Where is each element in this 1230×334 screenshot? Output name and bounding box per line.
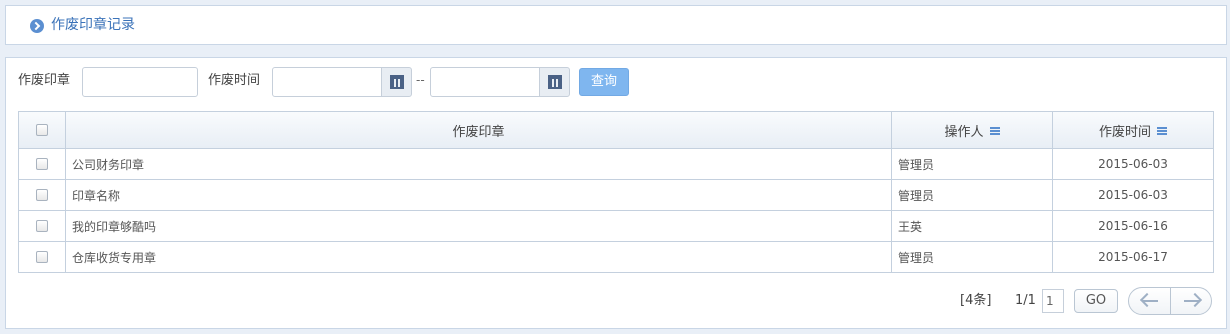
seal-cell: 公司财务印章 [65, 149, 891, 179]
table-row[interactable]: 仓库收货专用章 管理员 2015-06-17 [19, 241, 1213, 272]
select-all-checkbox[interactable] [36, 124, 48, 136]
time-filter-label: 作废时间 [208, 73, 261, 88]
query-button[interactable]: 查询 [579, 68, 629, 96]
date-from-input[interactable] [272, 67, 382, 97]
seal-name: 仓库收货专用章 [72, 250, 157, 265]
records-table: 作废印章 操作人 作废时间 公司财务印章 管理员 2015-06-03 印章名称… [18, 111, 1214, 273]
seal-filter-input[interactable] [82, 67, 198, 97]
arrow-right-icon [1183, 300, 1200, 302]
arrow-left-icon [1142, 300, 1158, 302]
go-button[interactable]: GO [1074, 289, 1118, 313]
row-check-cell [19, 211, 65, 241]
seal-cell: 我的印章够酷吗 [65, 211, 891, 241]
row-check-cell [19, 180, 65, 210]
operator-cell: 王英 [891, 211, 1052, 241]
column-menu-icon[interactable] [989, 127, 1000, 135]
table-row[interactable]: 我的印章够酷吗 王英 2015-06-16 [19, 210, 1213, 241]
select-all-cell [19, 112, 65, 148]
row-check-cell [19, 242, 65, 272]
column-header-seal[interactable]: 作废印章 [65, 112, 891, 148]
void-time: 2015-06-17 [1098, 250, 1168, 264]
total-count: [4条] [960, 293, 992, 308]
void-time: 2015-06-03 [1098, 157, 1168, 171]
seal-cell: 印章名称 [65, 180, 891, 210]
page-header: 作废印章记录 [5, 5, 1227, 45]
operator-name: 王英 [898, 219, 923, 234]
seal-name: 公司财务印章 [72, 157, 145, 172]
prev-page-button[interactable] [1129, 288, 1170, 314]
seal-cell: 仓库收货专用章 [65, 242, 891, 272]
seal-filter-label: 作废印章 [18, 73, 71, 88]
seal-name: 印章名称 [72, 188, 121, 203]
time-cell: 2015-06-16 [1052, 211, 1213, 241]
time-cell: 2015-06-17 [1052, 242, 1213, 272]
table-row[interactable]: 公司财务印章 管理员 2015-06-03 [19, 148, 1213, 179]
row-checkbox[interactable] [36, 251, 48, 263]
next-page-button[interactable] [1169, 288, 1212, 314]
time-cell: 2015-06-03 [1052, 180, 1213, 210]
main-panel: 作废印章 作废时间 -- 查询 作废印章 操作人 作废时间 公司财务印章 管理员… [5, 57, 1227, 329]
date-from-calendar-button[interactable] [381, 67, 412, 97]
row-checkbox[interactable] [36, 158, 48, 170]
operator-cell: 管理员 [891, 242, 1052, 272]
date-to-input[interactable] [430, 67, 540, 97]
operator-name: 管理员 [898, 157, 935, 172]
column-header-time-label: 作废时间 [1098, 124, 1151, 140]
table-header-row: 作废印章 操作人 作废时间 [19, 112, 1213, 148]
page-nav [1128, 287, 1212, 315]
column-header-operator-label: 操作人 [944, 124, 984, 140]
column-header-operator[interactable]: 操作人 [891, 112, 1052, 148]
row-checkbox[interactable] [36, 220, 48, 232]
seal-name: 我的印章够酷吗 [72, 219, 157, 234]
row-checkbox[interactable] [36, 189, 48, 201]
operator-name: 管理员 [898, 250, 935, 265]
calendar-icon [390, 75, 404, 89]
void-time: 2015-06-03 [1098, 188, 1168, 202]
filter-bar: 作废印章 作废时间 -- 查询 [6, 58, 1226, 106]
row-check-cell [19, 149, 65, 179]
date-to-calendar-button[interactable] [539, 67, 570, 97]
column-header-time[interactable]: 作废时间 [1052, 112, 1213, 148]
column-header-seal-label: 作废印章 [452, 124, 505, 140]
void-time: 2015-06-16 [1098, 219, 1168, 233]
page-info: 1/1 [1015, 293, 1036, 308]
page-number-input[interactable] [1042, 289, 1064, 313]
column-menu-icon[interactable] [1157, 127, 1167, 135]
circle-chevron-right-icon [30, 19, 44, 33]
time-cell: 2015-06-03 [1052, 149, 1213, 179]
page-title: 作废印章记录 [51, 17, 135, 33]
table-row[interactable]: 印章名称 管理员 2015-06-03 [19, 179, 1213, 210]
operator-cell: 管理员 [891, 149, 1052, 179]
operator-name: 管理员 [898, 188, 935, 203]
date-range-separator: -- [416, 73, 425, 87]
operator-cell: 管理员 [891, 180, 1052, 210]
calendar-icon [548, 75, 562, 89]
